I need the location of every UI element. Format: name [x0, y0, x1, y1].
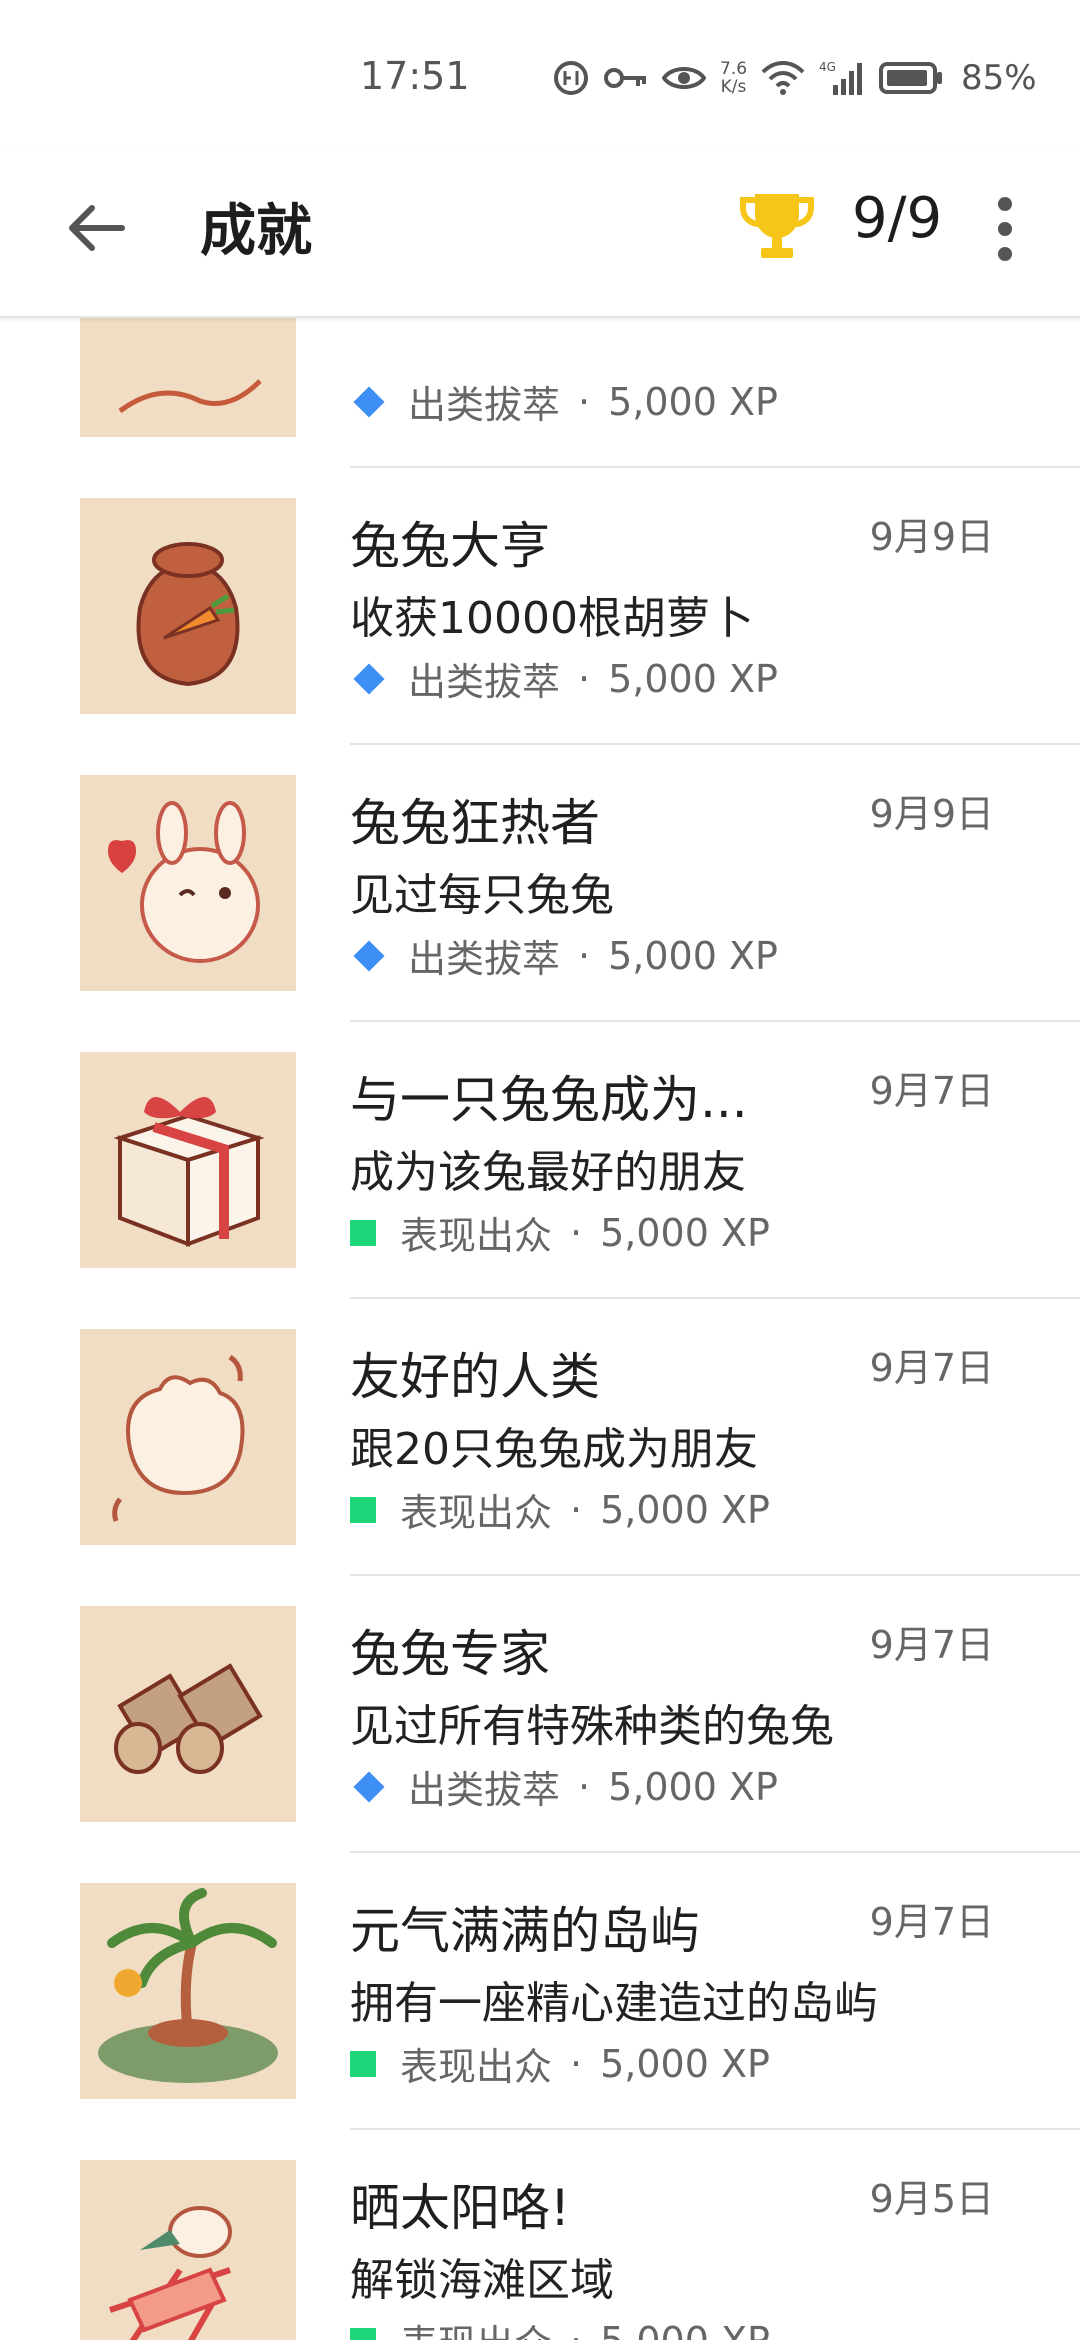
achievement-desc: 成为该兔最好的朋友: [350, 1147, 746, 1198]
diamond-badge-icon: [353, 662, 385, 695]
achievement-date: 9月7日: [869, 1900, 994, 1944]
achievement-date: 9月7日: [869, 1346, 994, 1390]
list-item[interactable]: 兔兔大亨 9月9日 收获10000根胡萝卜 出类拔萃 · 5,000 XP: [0, 468, 1080, 745]
rarity-meta: 表现出众·5,000 XP: [350, 1482, 770, 1537]
rarity-meta: 出类拔萃 · 5,000 XP: [350, 374, 778, 429]
list-item[interactable]: 出类拔萃 · 5,000 XP: [0, 316, 1080, 468]
status-bar: 17:51 7.6 K/s 4G 85%: [0, 0, 1080, 150]
key-icon: [604, 68, 646, 88]
achievement-desc: 收获10000根胡萝卜: [350, 593, 754, 644]
achievement-count: 9/9: [852, 186, 943, 251]
achievement-date: 9月5日: [869, 2177, 994, 2221]
achievement-desc: 跟20只兔兔成为朋友: [350, 1424, 758, 1475]
rarity-meta: 表现出众·5,000 XP: [350, 2313, 770, 2340]
achievement-date: 9月7日: [869, 1069, 994, 1113]
bunny-heart-icon: [80, 775, 296, 991]
list-item[interactable]: 元气满满的岛屿 9月7日 拥有一座精心建造过的岛屿 表现出众 · 5,000 XP: [0, 1853, 1080, 2130]
square-badge-icon: [350, 1496, 376, 1523]
achievement-title: 友好的人类: [350, 1348, 600, 1406]
partial-icon: [80, 316, 296, 437]
net-speed: 7.6 K/s: [720, 59, 748, 97]
beach-chair-icon: [80, 2160, 296, 2340]
palm-island-icon: [80, 1883, 296, 2099]
achievement-desc: 见过每只兔兔: [350, 870, 614, 921]
achievement-title: 与一只兔兔成为...: [350, 1071, 748, 1129]
achievement-date: 9月9日: [869, 515, 994, 559]
achievement-desc: 拥有一座精心建造过的岛屿: [350, 1978, 878, 2029]
achievement-title: 兔兔狂热者: [350, 794, 600, 852]
rarity-meta: 表现出众·5,000 XP: [350, 1205, 770, 1260]
status-icons: 7.6 K/s 4G 85%: [552, 54, 1037, 102]
app-bar: 成就 9/9: [0, 150, 1080, 318]
battery-icon: [879, 62, 943, 94]
page-title: 成就: [200, 199, 312, 264]
rarity-meta: 表现出众·5,000 XP: [350, 2036, 770, 2091]
rarity-meta: 出类拔萃 · 5,000 XP: [350, 651, 778, 706]
waving-hand-icon: [80, 1329, 296, 1545]
status-time: 17:51: [360, 54, 470, 98]
achievement-desc: 解锁海滩区域: [350, 2255, 614, 2306]
rarity-meta: 出类拔萃 · 5,000 XP: [350, 1759, 778, 1814]
signal-icon: 4G: [819, 60, 863, 95]
wifi-icon: [761, 61, 805, 95]
achievement-desc: 见过所有特殊种类的兔兔: [350, 1701, 834, 1752]
trophy-icon: [740, 194, 814, 258]
gift-box-icon: [80, 1052, 296, 1268]
more-vert-icon[interactable]: [992, 194, 1018, 264]
square-badge-icon: [350, 1219, 376, 1246]
rarity-meta: 出类拔萃 · 5,000 XP: [350, 928, 778, 983]
list-item[interactable]: 晒太阳咯! 9月5日 解锁海滩区域 表现出众·5,000 XP: [0, 2130, 1080, 2340]
achievement-title: 元气满满的岛屿: [350, 1902, 700, 1960]
carrot-bag-icon: [80, 498, 296, 714]
diamond-badge-icon: [353, 939, 385, 972]
hd-icon: [554, 61, 588, 95]
svg-text:4G: 4G: [819, 60, 836, 74]
list-item[interactable]: 兔兔狂热者 9月9日 见过每只兔兔 出类拔萃 · 5,000 XP: [0, 745, 1080, 1022]
list-item[interactable]: 友好的人类 9月7日 跟20只兔兔成为朋友 表现出众 · 5,000 XP: [0, 1299, 1080, 1576]
binoculars-icon: [80, 1606, 296, 1822]
square-badge-icon: [350, 2050, 376, 2077]
eye-icon: [662, 67, 706, 89]
achievement-list[interactable]: 出类拔萃 · 5,000 XP 兔兔大亨 9月9日 收获10000根胡萝卜 出类拔萃…: [0, 316, 1080, 2340]
diamond-badge-icon: [353, 385, 385, 418]
achievement-date: 9月9日: [869, 792, 994, 836]
square-badge-icon: [350, 2327, 376, 2340]
achievement-title: 兔兔大亨: [350, 517, 550, 575]
list-item[interactable]: 兔兔专家 9月7日 见过所有特殊种类的兔兔 出类拔萃 · 5,000 XP: [0, 1576, 1080, 1853]
list-item[interactable]: 与一只兔兔成为... 9月7日 成为该兔最好的朋友 表现出众 · 5,000 XP: [0, 1022, 1080, 1299]
achievement-title: 兔兔专家: [350, 1625, 550, 1683]
diamond-badge-icon: [353, 1770, 385, 1803]
battery-percent: 85%: [961, 58, 1037, 98]
achievement-title: 晒太阳咯!: [350, 2179, 571, 2237]
back-arrow-icon[interactable]: [64, 196, 128, 260]
achievement-date: 9月7日: [869, 1623, 994, 1667]
